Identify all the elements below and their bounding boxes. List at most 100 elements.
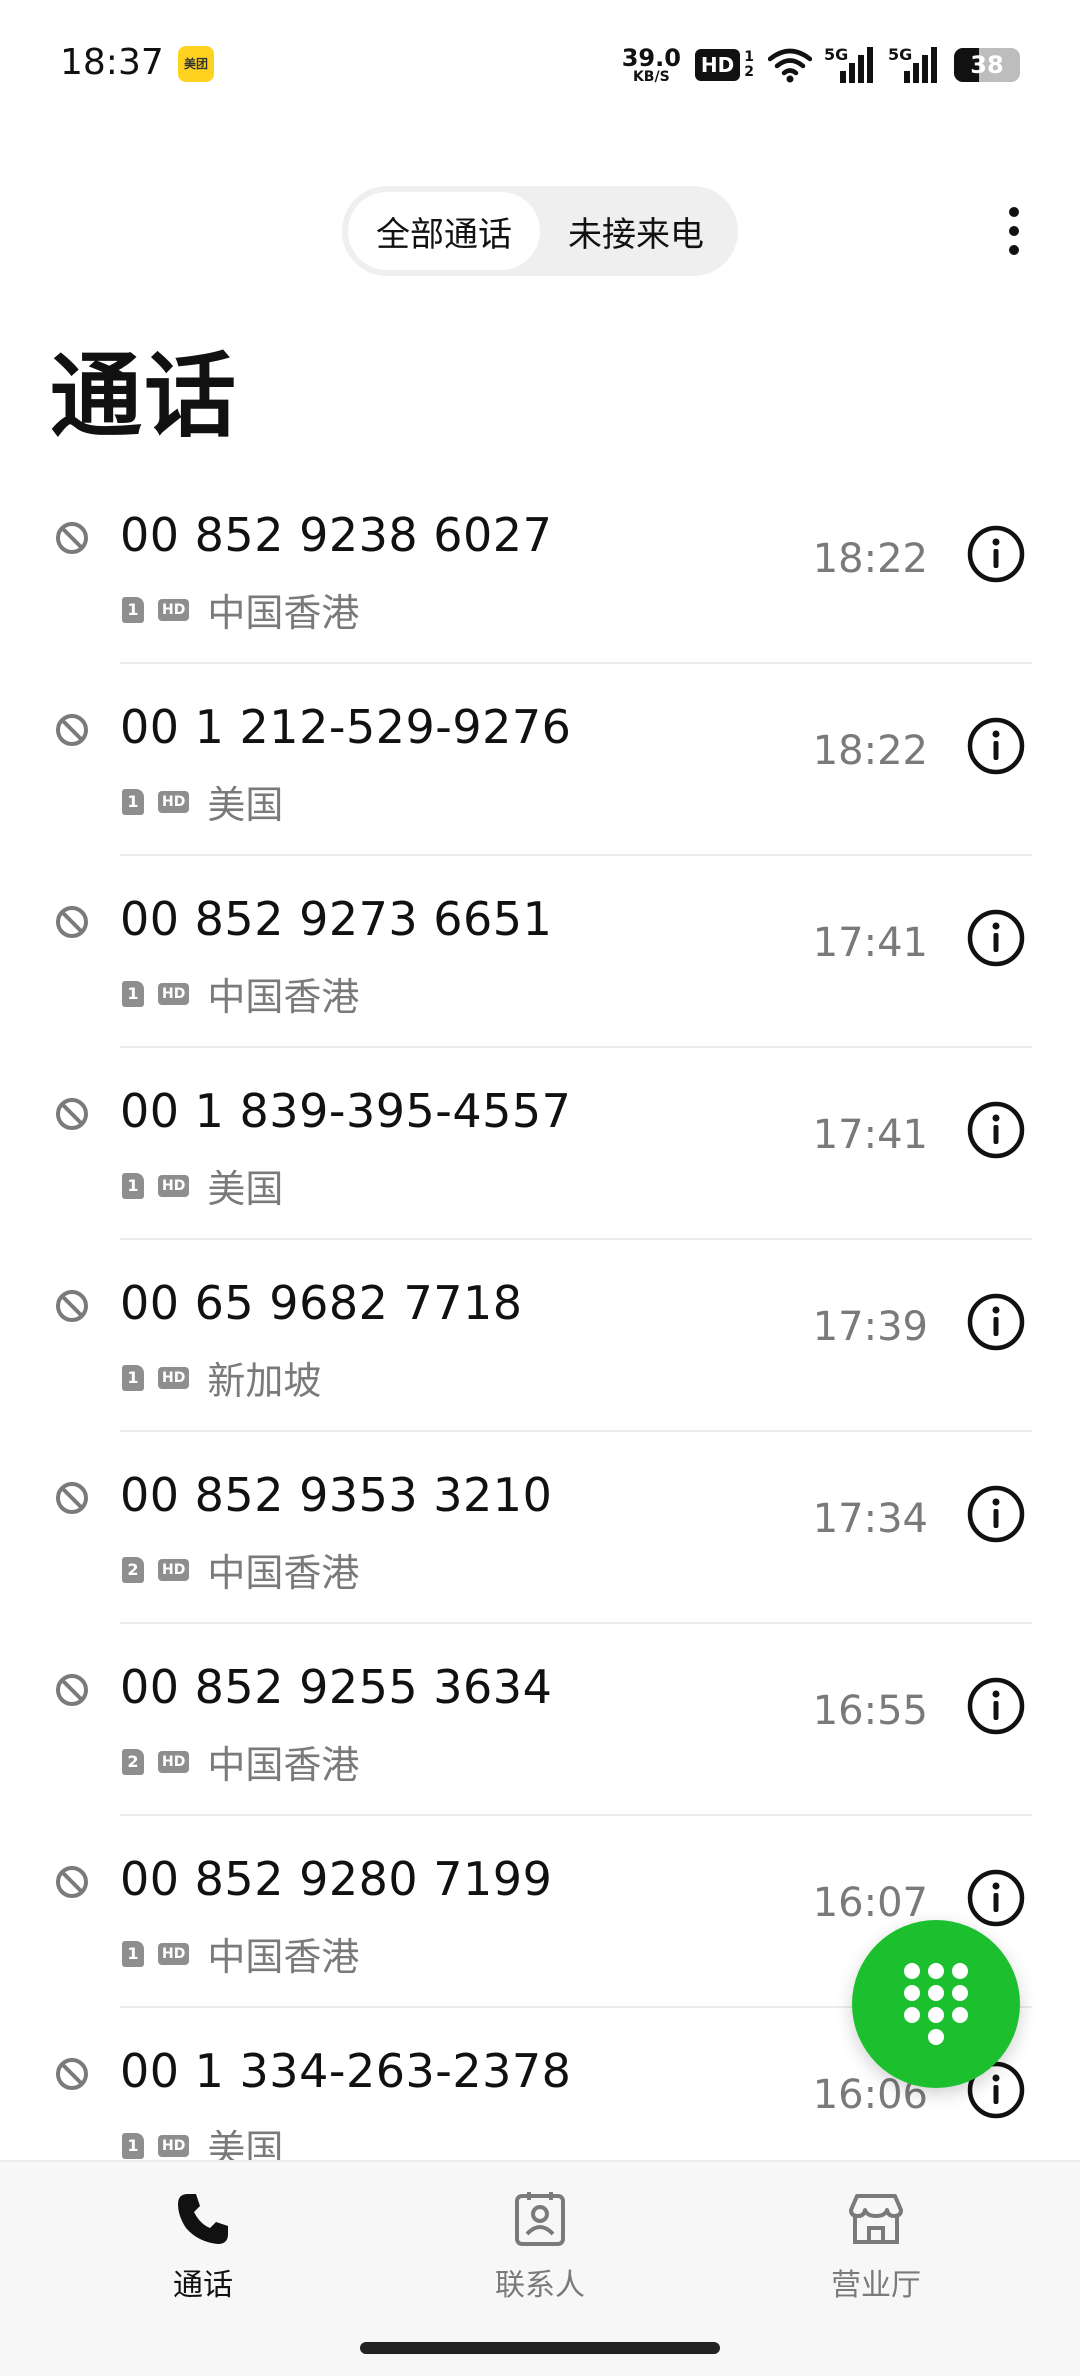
nav-store-label: 营业厅 bbox=[831, 2268, 921, 2303]
signal-bar bbox=[904, 71, 910, 83]
call-meta: 1 HD 中国香港 bbox=[122, 966, 359, 1021]
signal-bar bbox=[858, 55, 864, 83]
sim-icon: 1 bbox=[122, 1364, 144, 1391]
dialpad-button[interactable] bbox=[852, 1920, 1020, 2088]
info-icon[interactable] bbox=[966, 908, 1026, 968]
sim-icon: 1 bbox=[122, 1172, 144, 1199]
call-region: 美国 bbox=[207, 2127, 284, 2160]
call-log-list: 00 852 9238 6027 1 HD 中国香港 18:22 00 1 21… bbox=[0, 472, 1080, 2160]
status-indicators: 39.0 KB/S HD 1 2 5G 5G 38 bbox=[622, 40, 1020, 90]
tab-missed-calls[interactable]: 未接来电 bbox=[540, 192, 732, 270]
call-region: 美国 bbox=[207, 783, 284, 827]
call-time: 17:41 bbox=[812, 920, 928, 966]
blocked-icon bbox=[56, 1674, 88, 1706]
call-meta: 2 HD 中国香港 bbox=[122, 1542, 359, 1597]
nav-store[interactable]: 营业厅 bbox=[776, 2190, 976, 2304]
call-row[interactable]: 00 1 839-395-4557 1 HD 美国 17:41 bbox=[0, 1048, 1080, 1240]
info-icon[interactable] bbox=[966, 1100, 1026, 1160]
call-region: 新加坡 bbox=[207, 1359, 322, 1403]
call-row[interactable]: 00 852 9238 6027 1 HD 中国香港 18:22 bbox=[0, 472, 1080, 664]
blocked-icon bbox=[56, 522, 88, 554]
info-icon[interactable] bbox=[966, 716, 1026, 776]
blocked-icon bbox=[56, 1290, 88, 1322]
hd-call-icon: HD bbox=[158, 598, 190, 621]
phone-icon bbox=[178, 2194, 228, 2244]
sim-icon: 1 bbox=[122, 2132, 144, 2159]
call-row[interactable]: 00 852 9273 6651 1 HD 中国香港 17:41 bbox=[0, 856, 1080, 1048]
hd-call-icon: HD bbox=[158, 982, 190, 1005]
nav-contacts-label: 联系人 bbox=[495, 2268, 585, 2303]
call-row[interactable]: 00 852 9353 3210 2 HD 中国香港 17:34 bbox=[0, 1432, 1080, 1624]
info-icon[interactable] bbox=[966, 524, 1026, 584]
more-dot bbox=[1009, 226, 1019, 236]
call-number: 00 852 9238 6027 bbox=[120, 508, 553, 562]
page-title: 通话 bbox=[50, 343, 239, 450]
signal-sim2-label: 5G bbox=[888, 45, 913, 64]
call-region: 中国香港 bbox=[207, 591, 360, 635]
nav-contacts[interactable]: 联系人 bbox=[440, 2190, 640, 2304]
hd-call-icon: HD bbox=[158, 1750, 190, 1773]
info-icon[interactable] bbox=[966, 1868, 1026, 1928]
sim-icon: 1 bbox=[122, 1940, 144, 1967]
more-dot bbox=[1009, 245, 1019, 255]
home-indicator[interactable] bbox=[360, 2342, 720, 2354]
signal-bar bbox=[849, 63, 855, 83]
call-time: 17:34 bbox=[812, 1496, 928, 1542]
volte-sim-indicator: 1 2 bbox=[744, 49, 754, 81]
call-region: 中国香港 bbox=[207, 1743, 360, 1787]
network-speed-unit: KB/S bbox=[632, 69, 670, 85]
call-time: 16:55 bbox=[812, 1688, 928, 1734]
more-options-button[interactable] bbox=[984, 196, 1044, 266]
hd-call-icon: HD bbox=[158, 2134, 190, 2157]
status-time: 18:37 bbox=[60, 42, 164, 83]
signal-sim1-icon: 5G bbox=[824, 45, 876, 83]
meituan-app-icon: 美团 bbox=[178, 46, 214, 82]
call-meta: 1 HD 美国 bbox=[122, 2118, 283, 2160]
call-meta: 1 HD 中国香港 bbox=[122, 582, 359, 637]
battery-icon: 38 bbox=[954, 48, 1020, 82]
battery-level: 38 bbox=[970, 51, 1004, 79]
call-row[interactable]: 00 65 9682 7718 1 HD 新加坡 17:39 bbox=[0, 1240, 1080, 1432]
call-time: 18:22 bbox=[812, 536, 928, 582]
network-speed: 39.0 KB/S bbox=[622, 46, 681, 84]
call-filter-tabs: 全部通话 未接来电 bbox=[342, 186, 738, 276]
nav-calls-label: 通话 bbox=[173, 2268, 233, 2303]
more-dot bbox=[1009, 207, 1019, 217]
call-number: 00 852 9280 7199 bbox=[120, 1852, 553, 1906]
call-meta: 1 HD 新加坡 bbox=[122, 1350, 321, 1405]
call-region: 中国香港 bbox=[207, 1935, 360, 1979]
status-bar: 18:37 美团 39.0 KB/S HD 1 2 5G 5G 38 bbox=[0, 0, 1080, 130]
call-row[interactable]: 00 1 212-529-9276 1 HD 美国 18:22 bbox=[0, 664, 1080, 856]
signal-bar bbox=[867, 47, 873, 83]
dialpad-icon bbox=[904, 1963, 968, 2045]
signal-bar bbox=[931, 47, 937, 83]
call-region: 中国香港 bbox=[207, 975, 360, 1019]
info-icon[interactable] bbox=[966, 1484, 1026, 1544]
call-meta: 2 HD 中国香港 bbox=[122, 1734, 359, 1789]
call-time: 18:22 bbox=[812, 728, 928, 774]
signal-sim1-label: 5G bbox=[824, 45, 849, 64]
sim-icon: 2 bbox=[122, 1556, 144, 1583]
signal-bar bbox=[922, 55, 928, 83]
blocked-icon bbox=[56, 1866, 88, 1898]
info-icon[interactable] bbox=[966, 1292, 1026, 1352]
hd-call-icon: HD bbox=[158, 1174, 190, 1197]
tab-all-calls[interactable]: 全部通话 bbox=[348, 192, 540, 270]
sim-icon: 1 bbox=[122, 980, 144, 1007]
blocked-icon bbox=[56, 1482, 88, 1514]
call-region: 中国香港 bbox=[207, 1551, 360, 1595]
volte-sim-2: 2 bbox=[744, 64, 754, 80]
call-meta: 1 HD 美国 bbox=[122, 1158, 283, 1213]
call-meta: 1 HD 中国香港 bbox=[122, 1926, 359, 1981]
call-number: 00 1 334-263-2378 bbox=[120, 2044, 572, 2098]
call-meta: 1 HD 美国 bbox=[122, 774, 283, 829]
blocked-icon bbox=[56, 714, 88, 746]
sim-icon: 2 bbox=[122, 1748, 144, 1775]
signal-bar bbox=[840, 71, 846, 83]
nav-calls[interactable]: 通话 bbox=[103, 2190, 303, 2304]
call-number: 00 852 9353 3210 bbox=[120, 1468, 553, 1522]
call-row[interactable]: 00 852 9255 3634 2 HD 中国香港 16:55 bbox=[0, 1624, 1080, 1816]
info-icon[interactable] bbox=[966, 1676, 1026, 1736]
hd-call-icon: HD bbox=[158, 790, 190, 813]
call-region: 美国 bbox=[207, 1167, 284, 1211]
